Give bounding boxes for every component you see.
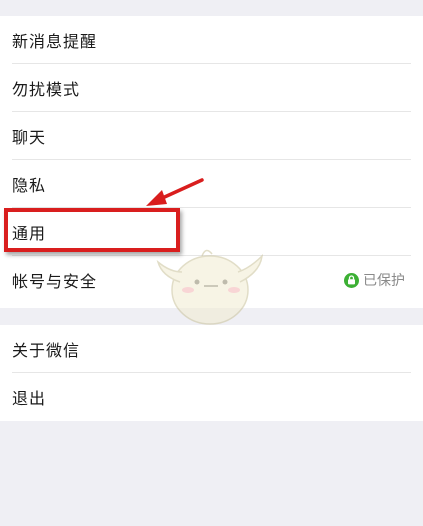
settings-item-label: 通用 <box>12 224 47 243</box>
settings-group-main: 新消息提醒 勿扰模式 聊天 隐私 通用 帐号与安全 已保护 <box>0 16 423 308</box>
settings-item-privacy[interactable]: 隐私 <box>0 160 423 208</box>
settings-item-do-not-disturb[interactable]: 勿扰模式 <box>0 64 423 112</box>
settings-group-secondary: 关于微信 退出 <box>0 325 423 421</box>
settings-item-logout[interactable]: 退出 <box>0 373 423 421</box>
settings-item-about-wechat[interactable]: 关于微信 <box>0 325 423 373</box>
settings-item-label: 聊天 <box>12 128 47 147</box>
settings-item-label: 退出 <box>12 389 47 408</box>
settings-item-label: 帐号与安全 <box>12 272 98 291</box>
settings-item-label: 关于微信 <box>12 341 81 360</box>
lock-icon <box>344 272 359 288</box>
settings-item-account-security[interactable]: 帐号与安全 已保护 <box>0 256 423 304</box>
settings-item-label: 隐私 <box>12 176 47 195</box>
settings-item-label: 新消息提醒 <box>12 32 98 51</box>
settings-item-general[interactable]: 通用 <box>0 208 423 256</box>
settings-item-label: 勿扰模式 <box>12 80 81 99</box>
protection-status-text: 已保护 <box>363 273 405 289</box>
settings-item-new-message-alerts[interactable]: 新消息提醒 <box>0 16 423 64</box>
settings-item-chat[interactable]: 聊天 <box>0 112 423 160</box>
protection-status: 已保护 <box>344 270 405 290</box>
settings-page: 新消息提醒 勿扰模式 聊天 隐私 通用 帐号与安全 已保护 关于微信 退出 <box>0 0 423 526</box>
